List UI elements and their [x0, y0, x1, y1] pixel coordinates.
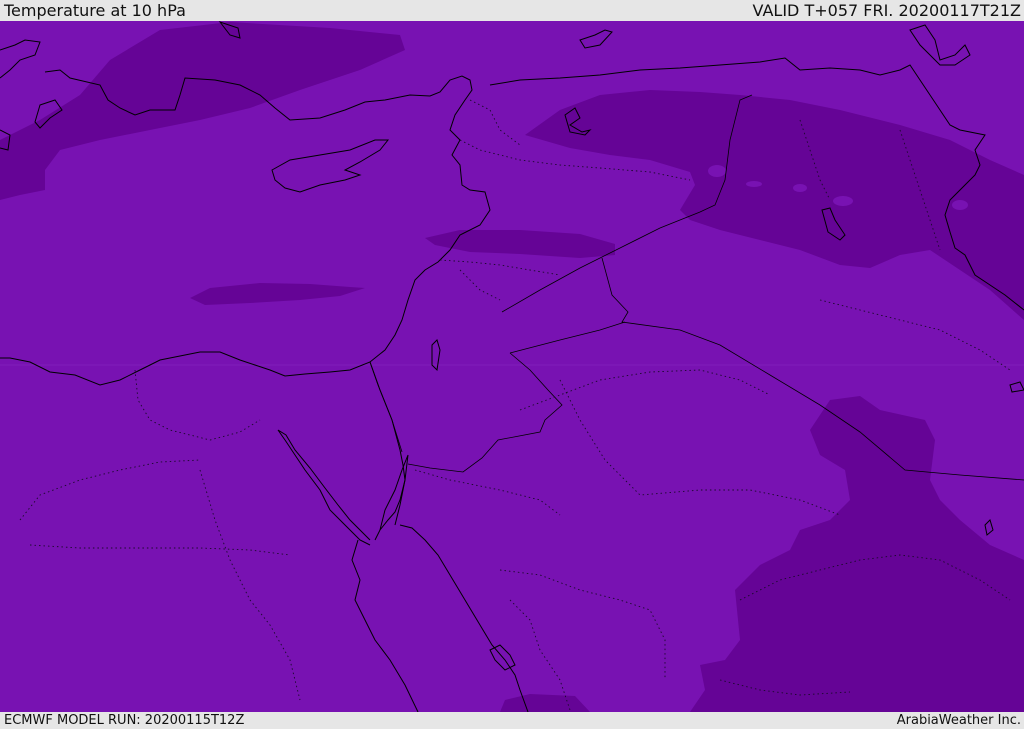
- temperature-map: [0, 21, 1024, 712]
- valid-time-label: VALID T+057 FRI. 20200117T21Z: [752, 1, 1021, 20]
- map-title: Temperature at 10 hPa: [4, 1, 186, 20]
- model-run-label: ECMWF MODEL RUN: 20200115T12Z: [4, 713, 245, 728]
- map-footer: ECMWF MODEL RUN: 20200115T12Z ArabiaWeat…: [0, 712, 1024, 729]
- map-header: Temperature at 10 hPa VALID T+057 FRI. 2…: [0, 0, 1024, 21]
- credit-label: ArabiaWeather Inc.: [896, 713, 1021, 728]
